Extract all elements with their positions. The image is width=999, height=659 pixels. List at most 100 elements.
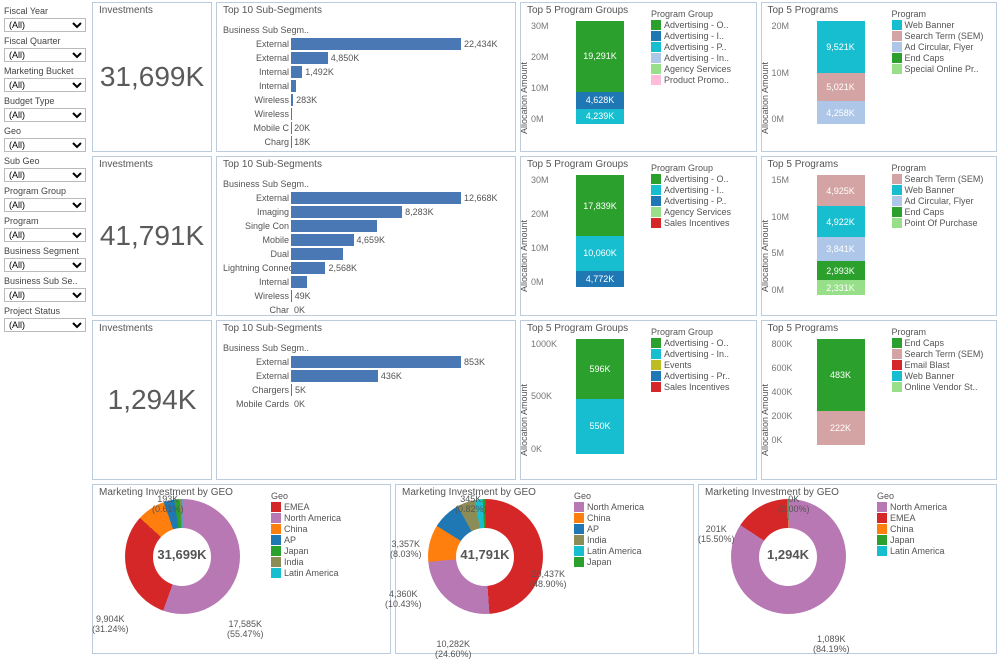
stacked-bar[interactable]: 2,331K2,993K3,841K4,922K4,925K: [817, 175, 865, 295]
legend-item[interactable]: Special Online Pr..: [892, 64, 991, 74]
stack-segment[interactable]: 596K: [576, 339, 624, 399]
bar-row[interactable]: Char0K: [223, 303, 509, 316]
bar[interactable]: [291, 66, 302, 78]
bar-row[interactable]: External22,434K: [223, 37, 509, 51]
legend-item[interactable]: Ad Circular, Flyer: [892, 196, 991, 206]
stack-segment[interactable]: 3,841K: [817, 237, 865, 261]
bar[interactable]: [291, 356, 461, 368]
filter-select-1[interactable]: (All): [4, 48, 86, 62]
legend-item[interactable]: Latin America: [271, 568, 386, 578]
bar[interactable]: [291, 192, 461, 204]
filter-select-0[interactable]: (All): [4, 18, 86, 32]
filter-select-8[interactable]: (All): [4, 258, 86, 272]
bar-row[interactable]: Internal1,492K: [223, 65, 509, 79]
stack-segment[interactable]: 4,239K: [576, 109, 624, 125]
bar-row[interactable]: Imaging8,283K: [223, 205, 509, 219]
filter-select-4[interactable]: (All): [4, 138, 86, 152]
legend-item[interactable]: Japan: [574, 557, 689, 567]
bar-row[interactable]: Mobile4,659K: [223, 233, 509, 247]
legend-item[interactable]: India: [271, 557, 386, 567]
legend-item[interactable]: Advertising - P..: [651, 196, 750, 206]
bar-row[interactable]: Internal: [223, 275, 509, 289]
legend-item[interactable]: EMEA: [271, 502, 386, 512]
bar-row[interactable]: External4,850K: [223, 51, 509, 65]
legend-item[interactable]: Search Term (SEM): [892, 31, 991, 41]
stacked-bar[interactable]: 4,239K4,628K19,291K: [576, 21, 624, 124]
legend-item[interactable]: Search Term (SEM): [892, 174, 991, 184]
legend-item[interactable]: Japan: [877, 535, 992, 545]
stacked-bar[interactable]: 222K483K: [817, 339, 865, 445]
stack-segment[interactable]: 2,993K: [817, 261, 865, 280]
legend-item[interactable]: Search Term (SEM): [892, 349, 991, 359]
legend-item[interactable]: Online Vendor St..: [892, 382, 991, 392]
legend-item[interactable]: North America: [877, 502, 992, 512]
legend-item[interactable]: Sales Incentives: [651, 218, 750, 228]
stacked-bar[interactable]: 4,772K10,060K17,839K: [576, 175, 624, 287]
stack-segment[interactable]: 483K: [817, 339, 865, 411]
legend-item[interactable]: China: [271, 524, 386, 534]
legend-item[interactable]: Japan: [271, 546, 386, 556]
legend-item[interactable]: North America: [574, 502, 689, 512]
bar-row[interactable]: Mobile Cards0K: [223, 397, 509, 411]
stack-segment[interactable]: 17,839K: [576, 175, 624, 236]
stacked-bar[interactable]: 550K596K: [576, 339, 624, 454]
filter-select-7[interactable]: (All): [4, 228, 86, 242]
stack-segment[interactable]: 19,291K: [576, 21, 624, 92]
bar-row[interactable]: Mobile C20K: [223, 121, 509, 135]
stack-segment[interactable]: 5,021K: [817, 73, 865, 101]
legend-item[interactable]: Ad Circular, Flyer: [892, 42, 991, 52]
legend-item[interactable]: Events: [651, 360, 750, 370]
legend-item[interactable]: Agency Services: [651, 64, 750, 74]
bar[interactable]: [291, 206, 402, 218]
bar[interactable]: [291, 52, 328, 64]
stack-segment[interactable]: 2,331K: [817, 280, 865, 295]
filter-select-5[interactable]: (All): [4, 168, 86, 182]
bar[interactable]: [291, 234, 354, 246]
legend-item[interactable]: Agency Services: [651, 207, 750, 217]
stack-segment[interactable]: 9,521K: [817, 21, 865, 73]
legend-item[interactable]: Advertising - P..: [651, 42, 750, 52]
filter-select-10[interactable]: (All): [4, 318, 86, 332]
bar[interactable]: [291, 108, 292, 120]
stack-segment[interactable]: 10,060K: [576, 236, 624, 270]
legend-item[interactable]: End Caps: [892, 207, 991, 217]
bar[interactable]: [291, 276, 307, 288]
legend-item[interactable]: Sales Incentives: [651, 382, 750, 392]
filter-select-9[interactable]: (All): [4, 288, 86, 302]
legend-item[interactable]: Advertising - I..: [651, 31, 750, 41]
legend-item[interactable]: End Caps: [892, 338, 991, 348]
bar-row[interactable]: Wireless: [223, 107, 509, 121]
legend-item[interactable]: End Caps: [892, 53, 991, 63]
legend-item[interactable]: Web Banner: [892, 20, 991, 30]
bar-row[interactable]: Charg18K: [223, 135, 509, 149]
bar[interactable]: [291, 248, 343, 260]
stack-segment[interactable]: 4,258K: [817, 101, 865, 124]
bar-row[interactable]: External12,668K: [223, 191, 509, 205]
stack-segment[interactable]: 222K: [817, 411, 865, 444]
legend-item[interactable]: Advertising - I..: [651, 185, 750, 195]
bar[interactable]: [291, 80, 296, 92]
bar[interactable]: [291, 38, 461, 50]
stack-segment[interactable]: 4,922K: [817, 206, 865, 237]
legend-item[interactable]: EMEA: [877, 513, 992, 523]
bar-row[interactable]: Wireless49K: [223, 289, 509, 303]
bar-row[interactable]: Chargers5K: [223, 383, 509, 397]
bar[interactable]: [291, 262, 325, 274]
legend-item[interactable]: Email Blast: [892, 360, 991, 370]
legend-item[interactable]: Product Promo..: [651, 75, 750, 85]
legend-item[interactable]: AP: [574, 524, 689, 534]
legend-item[interactable]: Latin America: [877, 546, 992, 556]
legend-item[interactable]: China: [877, 524, 992, 534]
legend-item[interactable]: India: [574, 535, 689, 545]
filter-select-3[interactable]: (All): [4, 108, 86, 122]
legend-item[interactable]: Advertising - O..: [651, 338, 750, 348]
stacked-bar[interactable]: 4,258K5,021K9,521K: [817, 21, 865, 124]
bar-row[interactable]: Dual: [223, 247, 509, 261]
filter-select-2[interactable]: (All): [4, 78, 86, 92]
bar-row[interactable]: External853K: [223, 355, 509, 369]
legend-item[interactable]: North America: [271, 513, 386, 523]
legend-item[interactable]: Advertising - In..: [651, 53, 750, 63]
bar-row[interactable]: Internal: [223, 79, 509, 93]
stack-segment[interactable]: 4,925K: [817, 175, 865, 206]
legend-item[interactable]: China: [574, 513, 689, 523]
